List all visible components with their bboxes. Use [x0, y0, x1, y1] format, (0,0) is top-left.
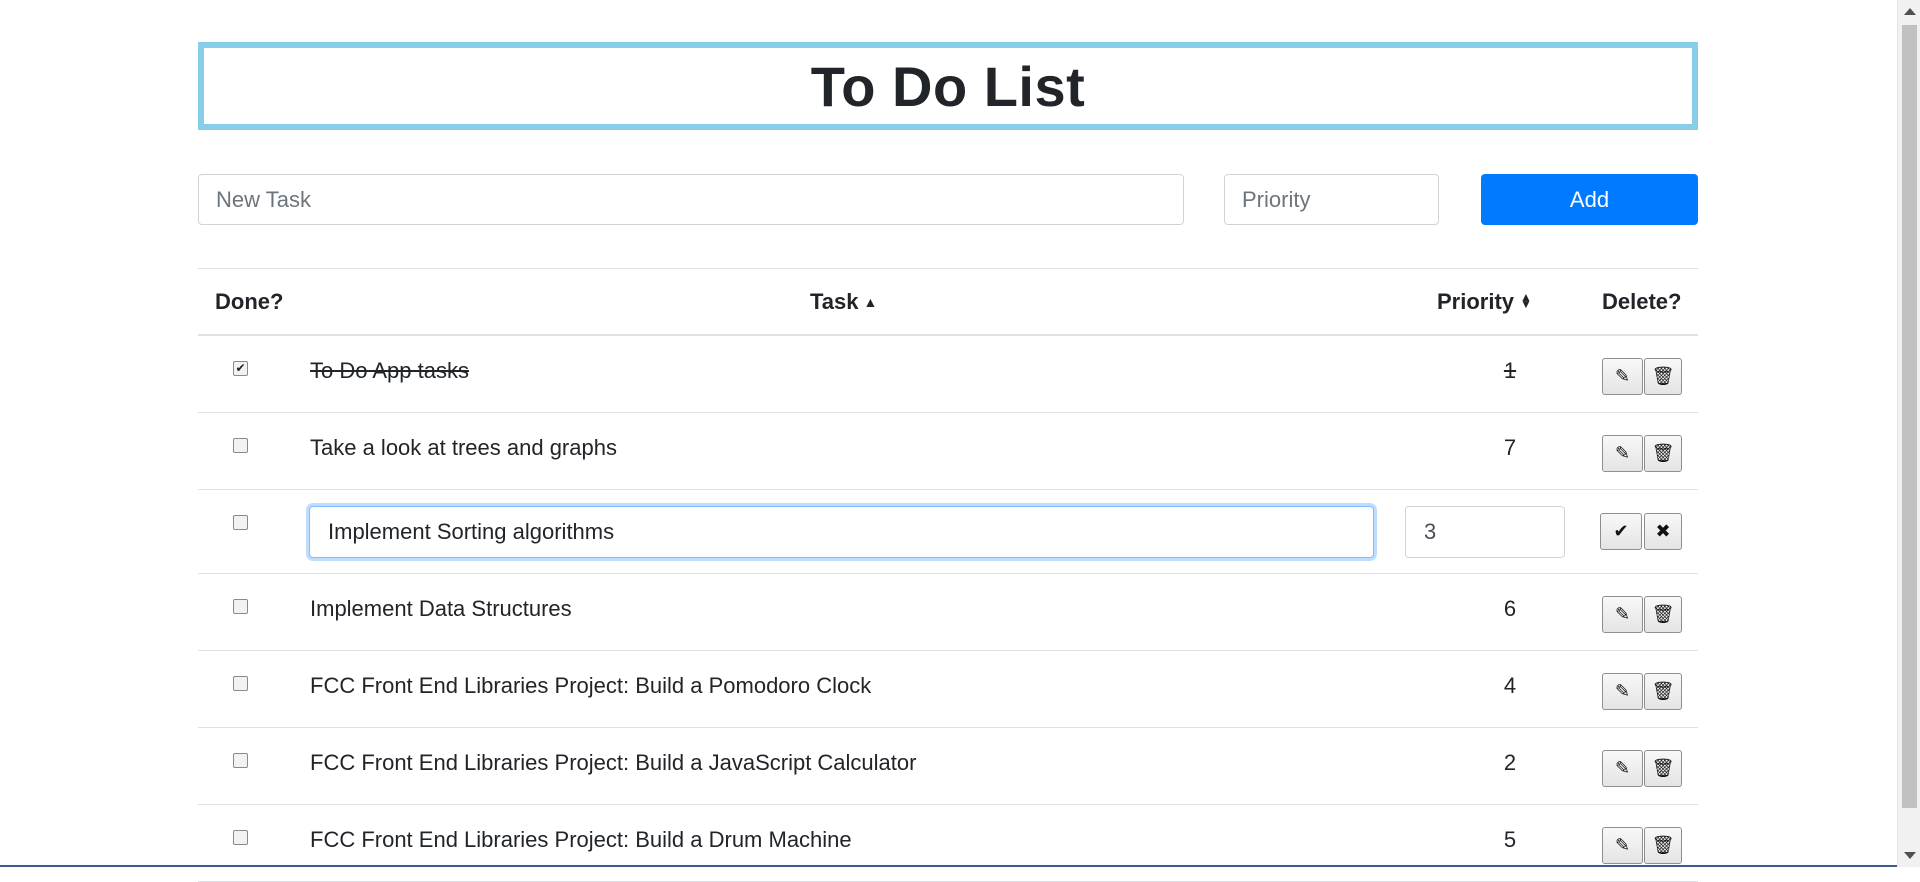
edit-task-input[interactable]: [309, 506, 1374, 558]
done-header-label: Done?: [215, 289, 284, 314]
priority-text: 1: [1503, 358, 1517, 383]
sort-up-icon: ▲: [863, 294, 878, 310]
pencil-icon: ✎: [1614, 758, 1631, 778]
save-button[interactable]: ✔: [1600, 513, 1642, 550]
priority-input[interactable]: [1224, 174, 1439, 225]
edit-button[interactable]: ✎: [1602, 596, 1643, 633]
task-text: Take a look at trees and graphs: [310, 435, 617, 460]
done-checkbox[interactable]: [233, 599, 248, 614]
delete-header-label: Delete?: [1602, 289, 1682, 314]
pencil-icon: ✎: [1614, 835, 1631, 855]
priority-text: 4: [1503, 673, 1517, 698]
table-row: Take a look at trees and graphs 7 ✎ 🗑: [198, 413, 1698, 490]
add-button[interactable]: Add: [1481, 174, 1698, 225]
sort-icon: ▲ ▼: [1520, 290, 1532, 311]
pencil-icon: ✎: [1614, 366, 1631, 386]
table-row-editing: ✔ ✖: [198, 490, 1698, 574]
trash-icon: 🗑: [1651, 604, 1675, 624]
task-column-header[interactable]: Task ▲: [810, 269, 877, 335]
table-header: Done? Task ▲ Priority ▲ ▼ Delete?: [198, 268, 1698, 336]
pencil-icon: ✎: [1614, 604, 1631, 624]
task-text: To Do App tasks: [310, 358, 469, 383]
edit-button[interactable]: ✎: [1602, 827, 1643, 864]
title-box: To Do List: [198, 42, 1698, 130]
delete-button[interactable]: 🗑: [1644, 596, 1682, 633]
scroll-down-arrow-icon[interactable]: [1904, 852, 1916, 859]
delete-button[interactable]: 🗑: [1644, 435, 1682, 472]
trash-icon: 🗑: [1651, 835, 1675, 855]
task-header-label: Task: [810, 289, 859, 314]
trash-icon: 🗑: [1651, 681, 1675, 701]
checkmark-icon: ✔: [1613, 521, 1629, 541]
task-text: FCC Front End Libraries Project: Build a…: [310, 750, 917, 775]
done-checkbox[interactable]: ✔: [233, 361, 248, 376]
edit-button[interactable]: ✎: [1602, 673, 1643, 710]
trash-icon: 🗑: [1651, 443, 1675, 463]
vertical-scrollbar[interactable]: [1897, 0, 1920, 867]
delete-button[interactable]: 🗑: [1644, 673, 1682, 710]
scroll-up-arrow-icon[interactable]: [1904, 8, 1916, 15]
done-checkbox[interactable]: [233, 515, 248, 530]
delete-button[interactable]: 🗑: [1644, 358, 1682, 395]
done-column-header: Done?: [215, 269, 283, 335]
new-task-input[interactable]: [198, 174, 1184, 225]
done-checkbox[interactable]: [233, 753, 248, 768]
page-title: To Do List: [810, 54, 1086, 118]
delete-column-header: Delete?: [1602, 269, 1681, 335]
pencil-icon: ✎: [1614, 443, 1631, 463]
edit-button[interactable]: ✎: [1602, 435, 1643, 472]
cancel-button[interactable]: ✖: [1644, 513, 1682, 550]
priority-text: 2: [1503, 750, 1517, 775]
table-row: ✔ To Do App tasks 1 ✎ 🗑: [198, 336, 1698, 413]
priority-text: 7: [1503, 435, 1517, 460]
table-row: FCC Front End Libraries Project: Build a…: [198, 728, 1698, 805]
task-text: Implement Data Structures: [310, 596, 572, 621]
table-row: Implement Data Structures 6 ✎ 🗑: [198, 574, 1698, 651]
edit-button[interactable]: ✎: [1602, 358, 1643, 395]
priority-column-header[interactable]: Priority ▲ ▼: [1437, 269, 1532, 335]
table-row: FCC Front End Libraries Project: Build a…: [198, 805, 1698, 882]
tasks-table: Done? Task ▲ Priority ▲ ▼ Delete? ✔ To Do A…: [198, 268, 1698, 882]
priority-text: 6: [1503, 596, 1517, 621]
task-text: FCC Front End Libraries Project: Build a…: [310, 827, 852, 852]
delete-button[interactable]: 🗑: [1644, 827, 1682, 864]
table-row: FCC Front End Libraries Project: Build a…: [198, 651, 1698, 728]
scrollbar-thumb[interactable]: [1902, 25, 1917, 808]
close-icon: ✖: [1655, 521, 1671, 541]
edit-priority-input[interactable]: [1405, 506, 1565, 558]
done-checkbox[interactable]: [233, 438, 248, 453]
task-text: FCC Front End Libraries Project: Build a…: [310, 673, 872, 698]
trash-icon: 🗑: [1651, 366, 1675, 386]
edit-button[interactable]: ✎: [1602, 750, 1643, 787]
priority-text: 5: [1503, 827, 1517, 852]
done-checkbox[interactable]: [233, 676, 248, 691]
trash-icon: 🗑: [1651, 758, 1675, 778]
pencil-icon: ✎: [1614, 681, 1631, 701]
done-checkbox[interactable]: [233, 830, 248, 845]
delete-button[interactable]: 🗑: [1644, 750, 1682, 787]
priority-header-label: Priority: [1437, 289, 1515, 314]
